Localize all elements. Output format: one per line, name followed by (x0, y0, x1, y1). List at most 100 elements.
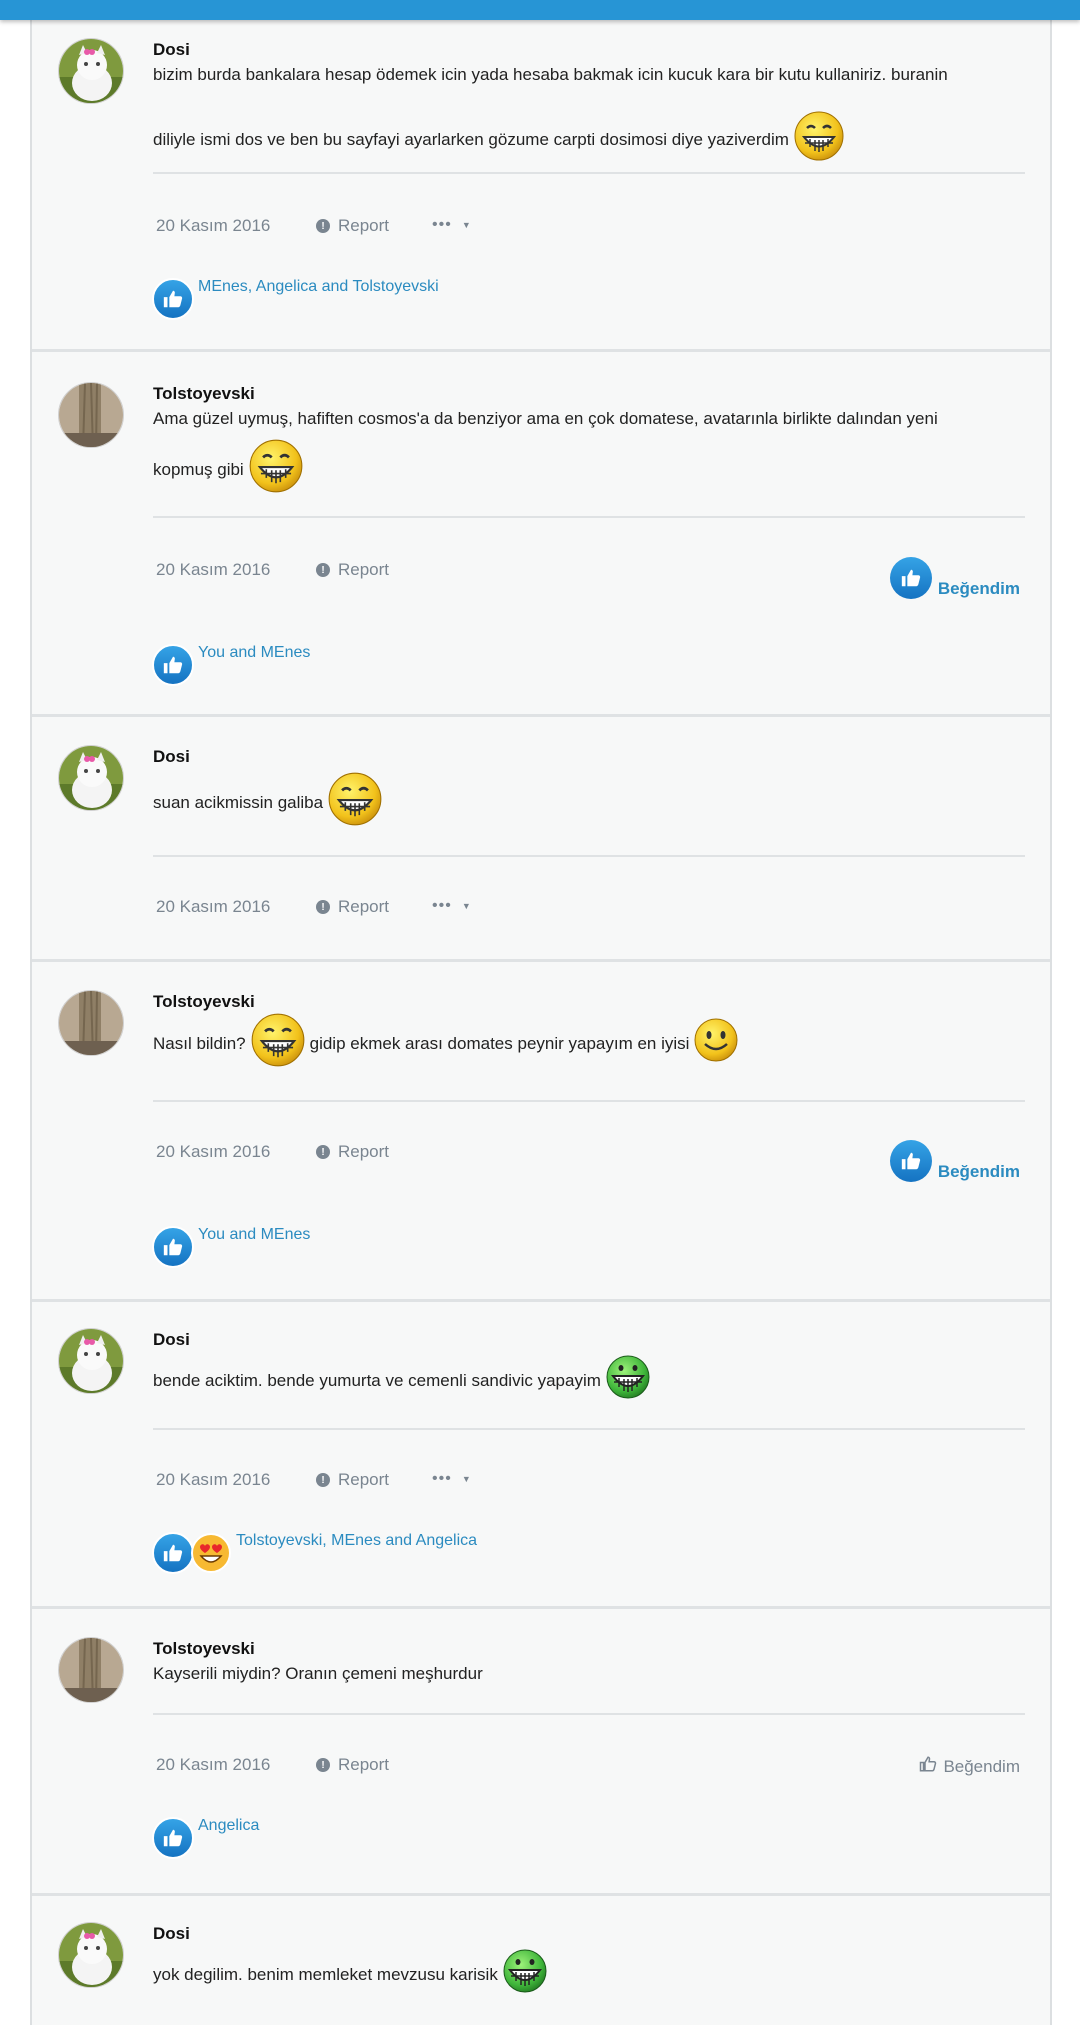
comment-body: bizim burda bankalara hesap ödemek icin … (153, 62, 1033, 171)
reactions-row: You and MEnes (152, 644, 310, 686)
ellipsis-icon: ••• (432, 216, 452, 233)
avatar[interactable] (58, 745, 124, 811)
more-menu-button[interactable]: ••• ▼ (432, 897, 472, 915)
ellipsis-icon: ••• (432, 897, 452, 914)
report-button[interactable]: ! Report (316, 1755, 389, 1775)
comment-body: Nasıl bildin? gidip ekmek arası domates … (153, 1012, 1033, 1076)
reaction-users-link[interactable]: MEnes, Angelica and Tolstoyevski (198, 278, 439, 296)
reactions-row: You and MEnes (152, 1226, 310, 1268)
tree-avatar-image (59, 383, 123, 447)
tree-avatar-image (59, 1638, 123, 1702)
post-divider (153, 172, 1025, 174)
like-reaction-icon[interactable] (152, 1817, 194, 1859)
reaction-users-link[interactable]: Tolstoyevski, MEnes and Angelica (236, 1532, 477, 1550)
report-button[interactable]: ! Report (316, 897, 389, 917)
cat-avatar-image (59, 746, 123, 810)
like-label: Beğendim (937, 579, 1020, 598)
like-button[interactable]: Beğendim (919, 1755, 1020, 1778)
comment-text: Nasıl bildin? (153, 1034, 246, 1053)
author-name[interactable]: Dosi (153, 1924, 190, 1944)
caret-down-icon: ▼ (461, 1474, 472, 1484)
alert-icon: ! (316, 900, 330, 914)
caret-down-icon: ▼ (461, 901, 472, 911)
author-name[interactable]: Tolstoyevski (153, 384, 255, 404)
author-name[interactable]: Dosi (153, 1330, 190, 1350)
comment-text: Kayserili miydin? Oranın çemeni meşhurdu… (153, 1664, 483, 1683)
reaction-users-link[interactable]: You and MEnes (198, 1226, 310, 1244)
post-divider (153, 1428, 1025, 1430)
alert-icon: ! (316, 219, 330, 233)
alert-icon: ! (316, 1758, 330, 1772)
post-date[interactable]: 20 Kasım 2016 (156, 1470, 270, 1490)
post-date[interactable]: 20 Kasım 2016 (156, 560, 270, 580)
green-grin-emoji-icon (605, 1354, 651, 1408)
like-button[interactable]: Beğendim (889, 1140, 1020, 1182)
comment-text: suan acikmissin galiba (153, 793, 324, 812)
author-name[interactable]: Tolstoyevski (153, 1639, 255, 1659)
caret-down-icon: ▼ (461, 220, 472, 230)
post-date[interactable]: 20 Kasım 2016 (156, 216, 270, 236)
avatar[interactable] (58, 1328, 124, 1394)
post-divider (153, 1713, 1025, 1715)
avatar[interactable] (58, 990, 124, 1056)
post-date[interactable]: 20 Kasım 2016 (156, 1142, 270, 1162)
like-reaction-icon[interactable] (152, 1226, 194, 1268)
comment-text: yok degilim. benim memleket mevzusu kari… (153, 1965, 498, 1984)
comment-text: Ama güzel uymuş, hafiften cosmos'a da be… (153, 409, 938, 428)
report-button[interactable]: ! Report (316, 560, 389, 580)
like-reaction-icon[interactable] (152, 1532, 194, 1574)
thumbs-up-outline-icon (919, 1755, 937, 1778)
comment-post: Dosi bizim burda bankalara hesap ödemek … (32, 0, 1050, 352)
smile-emoji-icon (693, 1017, 739, 1071)
comment-text: diliyle ismi dos ve ben bu sayfayi ayarl… (153, 130, 789, 150)
post-date[interactable]: 20 Kasım 2016 (156, 1755, 270, 1775)
more-menu-button[interactable]: ••• ▼ (432, 216, 472, 234)
report-button[interactable]: ! Report (316, 1142, 389, 1162)
like-label: Beğendim (937, 1162, 1020, 1181)
report-label: Report (338, 1470, 390, 1489)
like-label: Beğendim (943, 1756, 1020, 1776)
grin-emoji-icon (250, 1012, 306, 1076)
report-label: Report (338, 1755, 390, 1774)
post-date[interactable]: 20 Kasım 2016 (156, 897, 270, 917)
cat-avatar-image (59, 1329, 123, 1393)
grin-emoji-icon (248, 438, 304, 502)
comment-text: bizim burda bankalara hesap ödemek icin … (153, 65, 948, 84)
report-button[interactable]: ! Report (316, 216, 389, 236)
comment-body: yok degilim. benim memleket mevzusu kari… (153, 1948, 1033, 2002)
avatar[interactable] (58, 38, 124, 104)
avatar[interactable] (58, 382, 124, 448)
comment-post: Tolstoyevski Ama güzel uymuş, hafiften c… (32, 352, 1050, 717)
cat-avatar-image (59, 1923, 123, 1987)
report-label: Report (338, 897, 390, 916)
like-icon (889, 557, 932, 599)
post-divider (153, 855, 1025, 857)
author-name[interactable]: Dosi (153, 747, 190, 767)
like-reaction-icon[interactable] (152, 644, 194, 686)
comment-body: Ama güzel uymuş, hafiften cosmos'a da be… (153, 406, 1033, 503)
report-label: Report (338, 560, 390, 579)
reaction-users-link[interactable]: Angelica (198, 1817, 259, 1835)
author-name[interactable]: Tolstoyevski (153, 992, 255, 1012)
cat-avatar-image (59, 39, 123, 103)
green-grin-emoji-icon (502, 1948, 548, 2002)
reactions-row: Angelica (152, 1817, 259, 1859)
post-divider (153, 1100, 1025, 1102)
report-button[interactable]: ! Report (316, 1470, 389, 1490)
author-name[interactable]: Dosi (153, 40, 190, 60)
comment-post: Dosi bende aciktim. bende yumurta ve cem… (32, 1302, 1050, 1609)
more-menu-button[interactable]: ••• ▼ (432, 1470, 472, 1488)
reactions-row: Tolstoyevski, MEnes and Angelica (152, 1532, 477, 1574)
alert-icon: ! (316, 1473, 330, 1487)
avatar[interactable] (58, 1922, 124, 1988)
avatar[interactable] (58, 1637, 124, 1703)
like-icon (889, 1140, 932, 1182)
like-button[interactable]: Beğendim (889, 557, 1020, 599)
reaction-users-link[interactable]: You and MEnes (198, 644, 310, 662)
heart-eyes-reaction-icon[interactable] (190, 1532, 232, 1574)
reactions-row: MEnes, Angelica and Tolstoyevski (152, 278, 439, 320)
comment-post: Tolstoyevski Nasıl bildin? gidip ekmek a… (32, 962, 1050, 1302)
ellipsis-icon: ••• (432, 1470, 452, 1487)
like-reaction-icon[interactable] (152, 278, 194, 320)
tree-avatar-image (59, 991, 123, 1055)
